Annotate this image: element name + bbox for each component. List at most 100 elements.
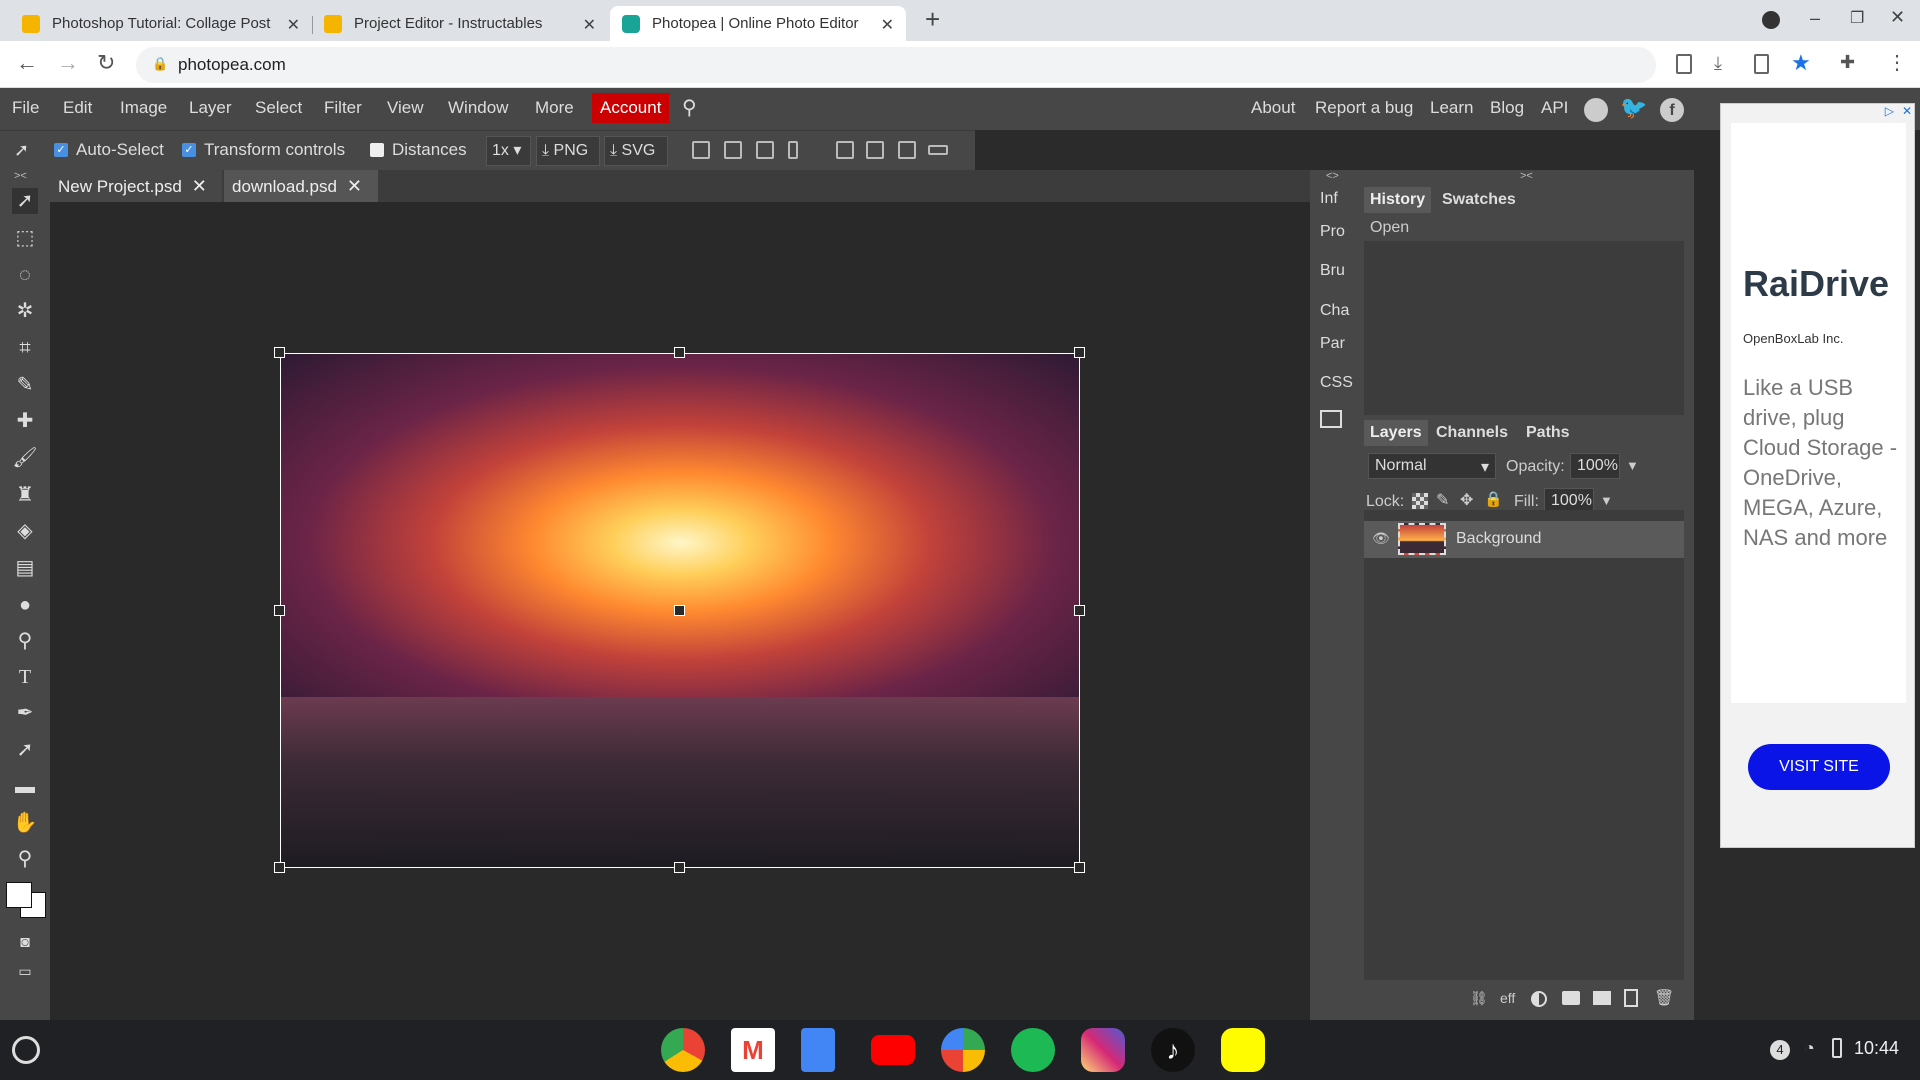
page-icon[interactable] — [1754, 54, 1769, 74]
browser-menu-icon[interactable]: ⋮ — [1887, 50, 1907, 75]
move-tool-icon[interactable]: ➚ — [12, 188, 38, 214]
layer-name[interactable]: Background — [1456, 530, 1541, 548]
transform-handle[interactable] — [674, 347, 685, 358]
menu-window[interactable]: Window — [448, 98, 508, 118]
docs-icon[interactable] — [801, 1028, 835, 1072]
forward-icon[interactable]: → — [57, 50, 79, 76]
magic-wand-icon[interactable]: ✲ — [12, 298, 38, 324]
panel-paragraph[interactable]: Par — [1320, 335, 1345, 353]
zoom-select[interactable]: 1x ▾ — [486, 136, 531, 166]
gradient-tool-icon[interactable]: ▤ — [12, 555, 38, 581]
tab-swatches[interactable]: Swatches — [1436, 187, 1522, 213]
close-icon[interactable]: ✕ — [881, 15, 894, 35]
adchoices-icon[interactable]: ▷ — [1885, 104, 1894, 118]
link-report-bug[interactable]: Report a bug — [1315, 98, 1413, 118]
instagram-icon[interactable] — [1081, 1028, 1125, 1072]
eraser-icon[interactable]: ◈ — [12, 518, 38, 544]
menu-layer[interactable]: Layer — [189, 98, 232, 118]
screen-mode-icon[interactable]: ▭ — [12, 958, 38, 984]
rectangle-tool-icon[interactable]: ▬ — [12, 774, 38, 800]
transform-handle[interactable] — [274, 605, 285, 616]
crop-tool-icon[interactable]: ⌗ — [12, 335, 38, 361]
tab-channels[interactable]: Channels — [1430, 420, 1514, 446]
move-tool-icon[interactable]: ➚ — [14, 140, 29, 161]
type-tool-icon[interactable]: T — [12, 664, 38, 690]
restore-icon[interactable]: ❐ — [1850, 8, 1864, 28]
menu-filter[interactable]: Filter — [324, 98, 362, 118]
chrome-icon[interactable] — [661, 1028, 705, 1072]
delete-layer-icon[interactable]: 🗑 — [1654, 988, 1674, 1008]
url-box[interactable]: 🔒 photopea.com — [136, 47, 1656, 83]
browser-tab-1[interactable]: Photoshop Tutorial: Collage Post ✕ — [10, 6, 313, 41]
notification-count[interactable]: 4 — [1770, 1040, 1790, 1060]
tab-layers[interactable]: Layers — [1364, 420, 1428, 446]
new-group-icon[interactable] — [1593, 991, 1611, 1005]
transform-handle[interactable] — [1074, 347, 1085, 358]
adjustment-layer-icon[interactable] — [1531, 991, 1547, 1007]
tab-paths[interactable]: Paths — [1520, 420, 1576, 446]
transform-handle[interactable] — [674, 605, 685, 616]
foreground-color-swatch[interactable] — [6, 882, 32, 908]
link-learn[interactable]: Learn — [1430, 98, 1473, 118]
new-layer-icon[interactable] — [1624, 989, 1638, 1007]
align-right-icon[interactable] — [756, 141, 774, 159]
link-api[interactable]: API — [1541, 98, 1568, 118]
advertisement[interactable]: ▷ ✕ RaiDrive OpenBoxLab Inc. Like a USB … — [1720, 103, 1915, 848]
browser-tab-3[interactable]: Photopea | Online Photo Editor ✕ — [610, 6, 906, 41]
history-item[interactable]: Open — [1364, 215, 1684, 241]
panel-brush[interactable]: Bru — [1320, 262, 1345, 280]
doc-tab-new-project[interactable]: New Project.psd ✕ — [50, 170, 222, 202]
brush-tool-icon[interactable]: 🖌 — [12, 445, 38, 471]
close-window-icon[interactable]: ✕ — [1890, 7, 1905, 28]
distribute-icon[interactable] — [788, 141, 798, 159]
path-select-icon[interactable]: ➚ — [12, 737, 38, 763]
close-icon[interactable]: ✕ — [287, 15, 300, 35]
distribute-horizontal-icon[interactable] — [928, 145, 948, 155]
lock-all-icon[interactable]: 🔒 — [1484, 490, 1503, 508]
close-icon[interactable]: ✕ — [347, 176, 362, 196]
new-tab-button[interactable]: + — [925, 4, 940, 35]
menu-select[interactable]: Select — [255, 98, 302, 118]
tiktok-icon[interactable]: ♪ — [1151, 1028, 1195, 1072]
lasso-tool-icon[interactable]: ◌ — [12, 262, 38, 288]
align-top-icon[interactable] — [836, 141, 854, 159]
blur-tool-icon[interactable]: ● — [12, 592, 38, 618]
minimize-icon[interactable]: – — [1810, 8, 1820, 29]
clone-stamp-icon[interactable]: ♜ — [12, 482, 38, 508]
menu-more[interactable]: More — [535, 98, 574, 118]
healing-brush-icon[interactable]: ✚ — [12, 408, 38, 434]
gmail-icon[interactable]: M — [731, 1028, 775, 1072]
align-left-icon[interactable] — [692, 141, 710, 159]
menu-view[interactable]: View — [387, 98, 424, 118]
snapchat-icon[interactable] — [1221, 1028, 1265, 1072]
back-icon[interactable]: ← — [16, 50, 38, 76]
panel-info[interactable]: Inf — [1320, 190, 1338, 208]
image-panel-icon[interactable] — [1320, 410, 1342, 428]
panel-character[interactable]: Cha — [1320, 302, 1349, 320]
visit-site-button[interactable]: VISIT SITE — [1748, 744, 1890, 790]
play-store-icon[interactable] — [941, 1028, 985, 1072]
close-icon[interactable]: ✕ — [583, 15, 596, 35]
menu-edit[interactable]: Edit — [63, 98, 92, 118]
facebook-icon[interactable]: f — [1660, 98, 1684, 122]
align-middle-icon[interactable] — [866, 141, 884, 159]
opacity-dropdown-icon[interactable]: ▼ — [1626, 458, 1639, 473]
layer-row[interactable]: 👁 Background — [1364, 521, 1684, 558]
youtube-icon[interactable] — [871, 1035, 915, 1065]
launcher-icon[interactable] — [12, 1036, 40, 1064]
spotify-icon[interactable] — [1011, 1028, 1055, 1072]
twitter-icon[interactable]: 🐦 — [1620, 95, 1647, 121]
wifi-icon[interactable]: ◔ — [1804, 1038, 1815, 1059]
export-png-button[interactable]: ⤓ PNG — [536, 136, 600, 166]
eyedropper-icon[interactable]: ✎ — [12, 372, 38, 398]
align-bottom-icon[interactable] — [898, 141, 916, 159]
tab-history[interactable]: History — [1364, 187, 1432, 213]
account-button[interactable]: Account — [592, 93, 670, 123]
transform-controls-checkbox[interactable]: ✓ Transform controls — [182, 140, 345, 160]
marquee-tool-icon[interactable]: ⬚ — [12, 225, 38, 251]
clock[interactable]: 10:44 — [1854, 1038, 1899, 1059]
transform-handle[interactable] — [1074, 862, 1085, 873]
blend-mode-select[interactable]: Normal ▾ — [1368, 453, 1496, 479]
lock-move-icon[interactable]: ✥ — [1460, 490, 1473, 510]
hand-tool-icon[interactable]: ✋ — [12, 810, 38, 836]
